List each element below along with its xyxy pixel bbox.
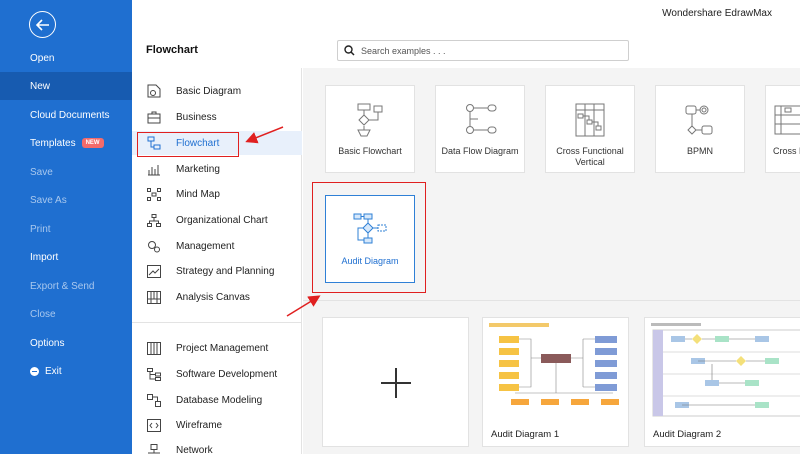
category-basic-diagram[interactable]: Basic Diagram: [132, 79, 302, 103]
nav-save-as[interactable]: Save As: [0, 186, 132, 214]
category-business[interactable]: Business: [132, 105, 302, 129]
highlight-box-audit-diagram: [312, 182, 426, 293]
nav-exit[interactable]: Exit: [0, 357, 132, 385]
canvas-icon: [146, 290, 162, 304]
network-icon: [146, 443, 162, 454]
category-analysis-canvas[interactable]: Analysis Canvas: [132, 285, 302, 309]
category-network[interactable]: Network: [132, 438, 302, 454]
mind-map-icon: [146, 187, 162, 201]
audit-diagram-1-thumbnail: [489, 323, 619, 405]
template-audit-diagram-1[interactable]: Audit Diagram 1: [482, 317, 629, 447]
code-icon: [146, 418, 162, 432]
category-list: Basic Diagram Business Flowchart Marketi…: [132, 68, 302, 454]
basic-diagram-icon: [146, 84, 162, 98]
nav-options[interactable]: Options: [0, 329, 132, 357]
exit-icon: [30, 366, 39, 376]
nav-close[interactable]: Close: [0, 300, 132, 328]
back-arrow-icon[interactable]: [29, 11, 56, 38]
category-mind-map[interactable]: Mind Map: [132, 182, 302, 206]
category-project-management[interactable]: Project Management: [132, 336, 302, 360]
highlight-box-flowchart: [137, 132, 239, 157]
hierarchy-icon: [146, 367, 162, 381]
nav-import[interactable]: Import: [0, 243, 132, 271]
new-blank-template[interactable]: [322, 317, 469, 447]
template-caption: Audit Diagram 2: [653, 429, 722, 440]
category-divider: [132, 322, 302, 323]
line-chart-icon: [146, 264, 162, 278]
org-chart-icon: [146, 213, 162, 227]
category-marketing[interactable]: Marketing: [132, 157, 302, 181]
new-badge: NEW: [81, 138, 104, 148]
data-flow-icon: [462, 100, 498, 140]
bar-chart-icon: [146, 162, 162, 176]
page-title: Flowchart: [146, 44, 198, 56]
gantt-icon: [146, 341, 162, 355]
tile-cross-functional-horizontal[interactable]: Cross F... Ho...: [765, 85, 800, 173]
app-title: Wondershare EdrawMax: [662, 8, 772, 19]
category-database-modeling[interactable]: Database Modeling: [132, 388, 302, 412]
category-strategy-planning[interactable]: Strategy and Planning: [132, 259, 302, 283]
audit-diagram-2-thumbnail: [651, 323, 800, 417]
section-divider: [303, 300, 800, 301]
nav-new[interactable]: New: [0, 72, 132, 100]
tile-cross-functional-vertical[interactable]: Cross Functional Vertical: [545, 85, 635, 173]
cross-functional-horizontal-icon: [765, 100, 800, 140]
cross-functional-vertical-icon: [572, 100, 608, 140]
search-icon: [344, 45, 355, 56]
tile-bpmn[interactable]: BPMN: [655, 85, 745, 173]
nav-templates[interactable]: Templates NEW: [0, 129, 132, 157]
bpmn-icon: [682, 100, 718, 140]
template-audit-diagram-2[interactable]: Audit Diagram 2: [644, 317, 800, 447]
briefcase-icon: [146, 110, 162, 124]
category-wireframe[interactable]: Wireframe: [132, 413, 302, 437]
search-box[interactable]: [337, 40, 629, 61]
basic-flowchart-icon: [352, 100, 388, 140]
nav-export-send[interactable]: Export & Send: [0, 272, 132, 300]
left-nav: Open New Cloud Documents Templates NEW Sa…: [0, 0, 132, 454]
template-caption: Audit Diagram 1: [491, 429, 560, 440]
nav-print[interactable]: Print: [0, 215, 132, 243]
category-management[interactable]: Management: [132, 234, 302, 258]
nav-open[interactable]: Open: [0, 44, 132, 72]
tile-data-flow-diagram[interactable]: Data Flow Diagram: [435, 85, 525, 173]
category-software-development[interactable]: Software Development: [132, 362, 302, 386]
search-input[interactable]: [361, 45, 611, 56]
gears-icon: [146, 239, 162, 253]
category-organizational-chart[interactable]: Organizational Chart: [132, 208, 302, 232]
nav-cloud-documents[interactable]: Cloud Documents: [0, 101, 132, 129]
database-icon: [146, 393, 162, 407]
nav-save[interactable]: Save: [0, 158, 132, 186]
tile-basic-flowchart[interactable]: Basic Flowchart: [325, 85, 415, 173]
